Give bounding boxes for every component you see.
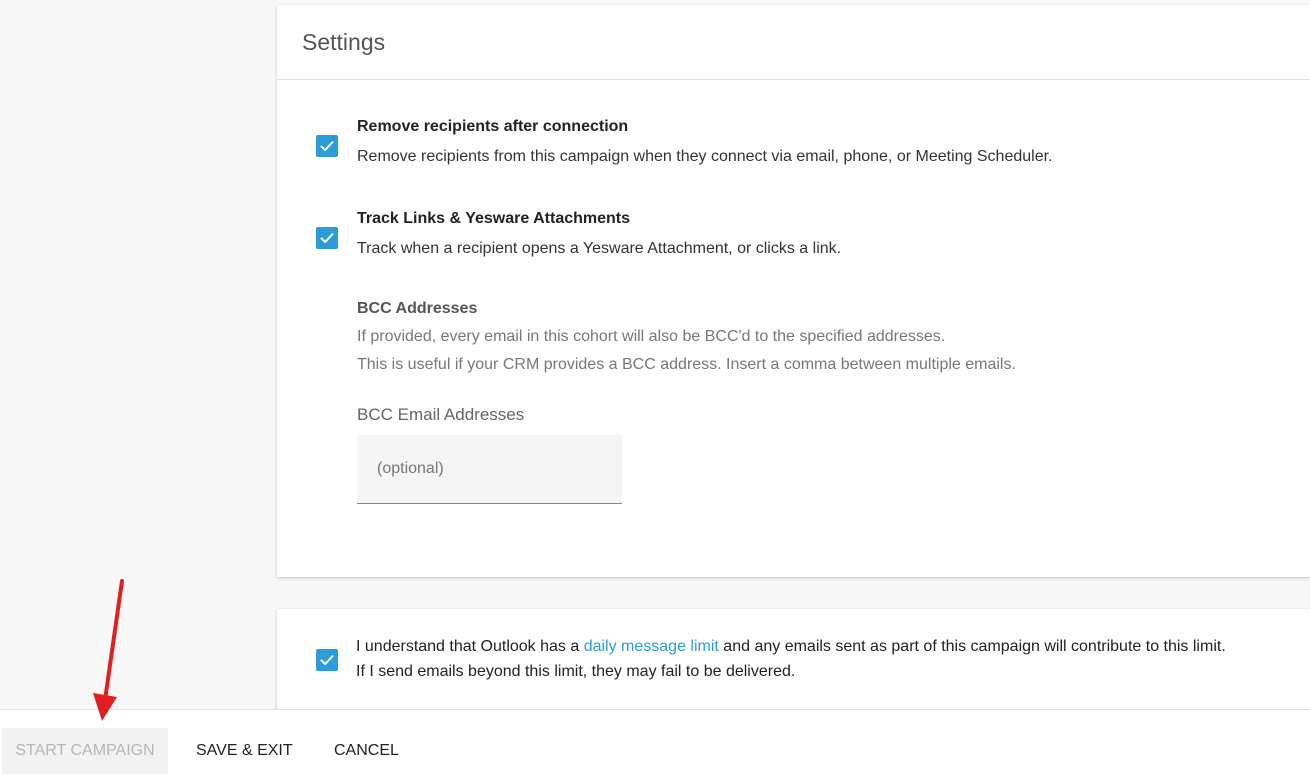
outlook-limit-text: I understand that Outlook has a daily me… (356, 634, 1226, 684)
track-links-title: Track Links & Yesware Attachments (357, 210, 631, 227)
action-footer: START CAMPAIGN SAVE & EXIT CANCEL (0, 709, 1310, 782)
track-links-description: Track when a recipient opens a Yesware A… (357, 240, 842, 257)
settings-card: Settings Remove recipients after connect… (277, 5, 1310, 577)
outlook-limit-line2: If I send emails beyond this limit, they… (356, 663, 796, 680)
bcc-title: BCC Addresses (357, 300, 478, 317)
check-icon (320, 233, 334, 243)
start-campaign-button[interactable]: START CAMPAIGN (2, 728, 168, 774)
bcc-description-line2: This is useful if your CRM provides a BC… (357, 356, 1016, 373)
outlook-limit-text-after: and any emails sent as part of this camp… (718, 638, 1226, 655)
settings-header: Settings (277, 5, 1310, 80)
check-icon (320, 141, 334, 151)
bcc-email-input[interactable] (357, 435, 622, 504)
bcc-section: BCC Addresses If provided, every email i… (357, 299, 1016, 375)
remove-recipients-description: Remove recipients from this campaign whe… (357, 148, 1053, 165)
track-links-text: Track Links & Yesware Attachments Track … (357, 209, 841, 259)
remove-recipients-text: Remove recipients after connection Remov… (357, 117, 1052, 167)
outlook-limit-text-before: I understand that Outlook has a (356, 638, 584, 655)
settings-title: Settings (302, 28, 386, 55)
save-exit-button[interactable]: SAVE & EXIT (196, 728, 293, 774)
remove-recipients-title: Remove recipients after connection (357, 118, 629, 135)
bcc-field-label: BCC Email Addresses (357, 405, 525, 424)
check-icon (320, 655, 334, 665)
outlook-limit-card: I understand that Outlook has a daily me… (277, 609, 1310, 719)
track-links-checkbox[interactable] (316, 227, 338, 249)
outlook-limit-line1: I understand that Outlook has a daily me… (356, 634, 1226, 659)
campaign-settings-page: Settings Remove recipients after connect… (0, 0, 1310, 782)
outlook-limit-checkbox[interactable] (316, 649, 338, 671)
cancel-button[interactable]: CANCEL (334, 728, 399, 774)
remove-recipients-checkbox[interactable] (316, 135, 338, 157)
daily-message-limit-link[interactable]: daily message limit (584, 638, 719, 655)
bcc-description-line1: If provided, every email in this cohort … (357, 328, 946, 345)
